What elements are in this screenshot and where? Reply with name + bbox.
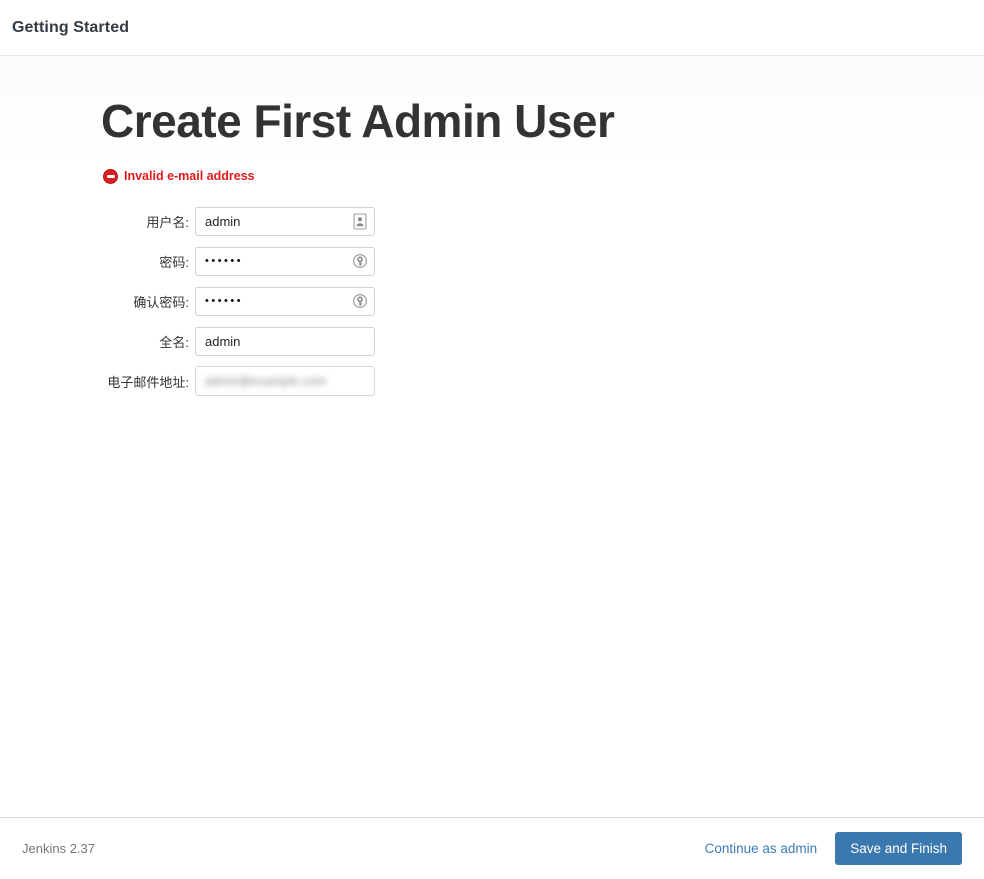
page-header: Getting Started: [0, 0, 984, 56]
username-value: admin: [205, 213, 241, 229]
password-value: ••••••: [205, 254, 244, 267]
username-label: 用户名:: [146, 214, 189, 230]
email-label: 电子邮件地址:: [107, 374, 189, 390]
key-circle-icon[interactable]: [352, 253, 368, 270]
confirm-password-label: 确认密码:: [133, 294, 189, 310]
form-row-password: 密码: ••••••: [103, 241, 375, 281]
setup-heading: Create First Admin User: [101, 95, 615, 147]
admin-user-form: 用户名: admin 密码: •••••• 确认密码: •••••• 全名: a…: [103, 201, 375, 401]
form-row-username: 用户名: admin: [103, 201, 375, 241]
form-row-fullname: 全名: admin: [103, 321, 375, 361]
email-value-redacted: admin@example.com: [205, 374, 327, 389]
validation-error-text: Invalid e-mail address: [124, 169, 255, 184]
page-footer: Jenkins 2.37 Continue as admin Save and …: [0, 817, 984, 879]
password-label: 密码:: [159, 254, 189, 270]
jenkins-version-label: Jenkins 2.37: [22, 841, 95, 856]
validation-error: Invalid e-mail address: [103, 167, 984, 185]
form-row-confirm-password: 确认密码: ••••••: [103, 281, 375, 321]
confirm-password-value: ••••••: [205, 294, 244, 307]
fullname-input[interactable]: admin: [195, 326, 375, 356]
fullname-label: 全名:: [159, 334, 189, 350]
setup-wizard-main: Create First Admin User Invalid e-mail a…: [0, 57, 984, 817]
footer-actions: Continue as admin Save and Finish: [705, 831, 962, 866]
email-input[interactable]: admin@example.com: [195, 366, 375, 397]
setup-content: Create First Admin User Invalid e-mail a…: [0, 57, 984, 401]
error-circle-icon: [103, 168, 118, 184]
fullname-value: admin: [205, 333, 241, 349]
username-input[interactable]: admin: [195, 206, 375, 236]
contact-card-icon[interactable]: [352, 213, 368, 230]
save-and-finish-button[interactable]: Save and Finish: [835, 831, 962, 866]
password-input[interactable]: ••••••: [195, 246, 375, 276]
page-title: Getting Started: [12, 18, 130, 36]
continue-as-admin-link[interactable]: Continue as admin: [705, 841, 818, 856]
key-circle-icon[interactable]: [352, 293, 368, 310]
confirm-password-input[interactable]: ••••••: [195, 286, 375, 316]
form-row-email: 电子邮件地址: admin@example.com: [103, 361, 375, 401]
